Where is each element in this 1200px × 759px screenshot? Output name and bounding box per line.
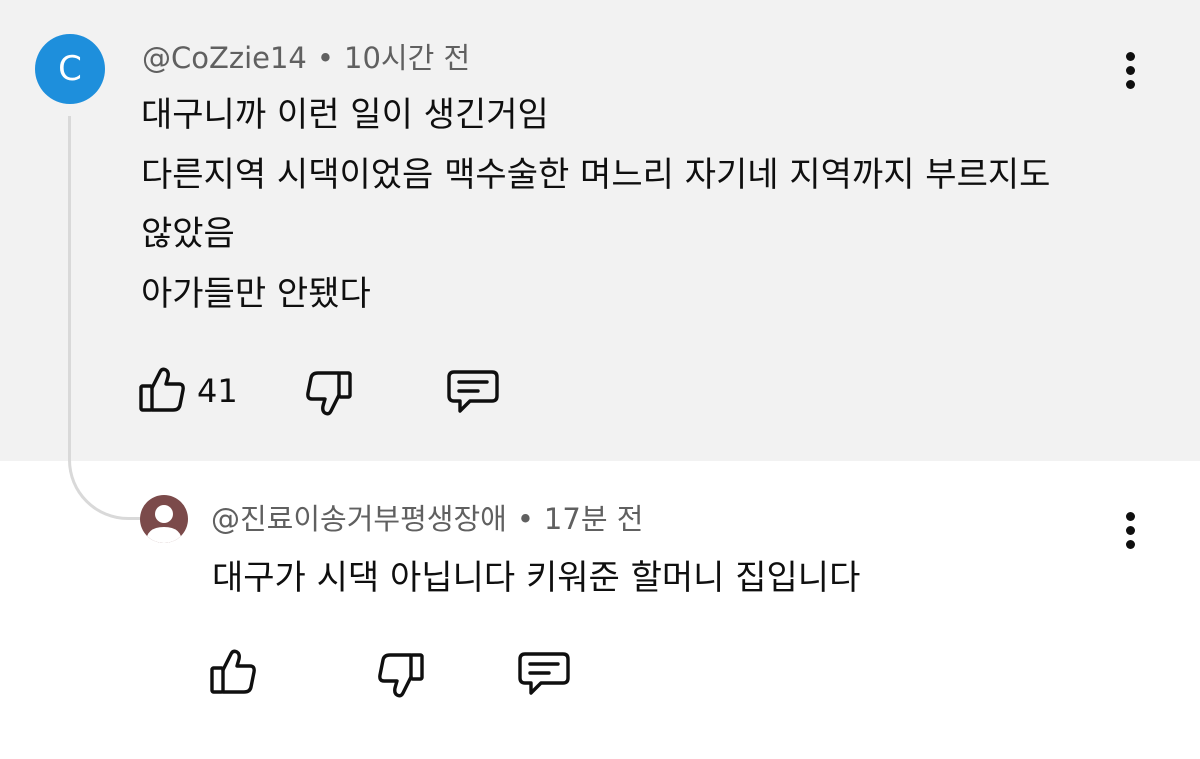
like-button[interactable] [138, 366, 188, 418]
thumbs-up-icon [210, 649, 256, 694]
dislike-button[interactable] [303, 370, 353, 422]
reply-dislike-button[interactable] [375, 652, 425, 704]
comment-icon [518, 652, 570, 695]
avatar[interactable]: C [35, 34, 105, 104]
more-vertical-icon [1125, 52, 1135, 61]
reply-button[interactable] [446, 369, 500, 419]
comment-timestamp[interactable]: 10시간 전 [344, 41, 470, 75]
thumbs-down-icon [378, 653, 424, 698]
reply-body: 대구가 시댁 아닙니다 키워준 할머니 집입니다 [212, 558, 861, 598]
reply-more-options-button[interactable] [1120, 512, 1140, 556]
comment-line: 아가들만 안됐다 [141, 273, 371, 314]
more-vertical-icon-dot [1125, 526, 1135, 535]
reply-reply-button[interactable] [517, 651, 571, 701]
reply-thread-line [68, 116, 144, 520]
comment-line: 다른지역 시댁이었음 맥수술한 며느리 자기네 지역까지 부르지도 [141, 154, 1051, 195]
comment-author[interactable]: @CoZzie14 [142, 41, 307, 75]
more-vertical-icon-dot [1125, 66, 1135, 75]
meta-separator: • [516, 502, 534, 536]
reply-author[interactable]: @진료이송거부평생장애 [211, 502, 507, 536]
comment-meta: @CoZzie14 • 10시간 전 [142, 38, 470, 78]
reply-meta: @진료이송거부평생장애 • 17분 전 [211, 499, 643, 539]
comment-icon [447, 370, 499, 413]
person-icon [146, 505, 182, 543]
reply-timestamp[interactable]: 17분 전 [544, 502, 643, 536]
comment-line: 대구니까 이런 일이 생긴거임 [141, 95, 549, 135]
meta-separator: • [316, 41, 334, 75]
more-options-button[interactable] [1120, 52, 1140, 96]
more-vertical-icon [1125, 512, 1135, 521]
more-vertical-icon-dot [1125, 540, 1135, 549]
like-count: 41 [197, 372, 238, 410]
thumbs-up-icon [139, 367, 185, 412]
reply-like-button[interactable] [209, 648, 259, 700]
comment-body: 대구니까 이런 일이 생긴거임 다른지역 시댁이었음 맥수술한 며느리 자기네 … [141, 86, 1050, 324]
reply-avatar[interactable] [140, 495, 188, 543]
thumbs-down-icon [306, 371, 352, 416]
comment-line: 않았음 [141, 214, 235, 254]
more-vertical-icon-dot [1125, 80, 1135, 89]
